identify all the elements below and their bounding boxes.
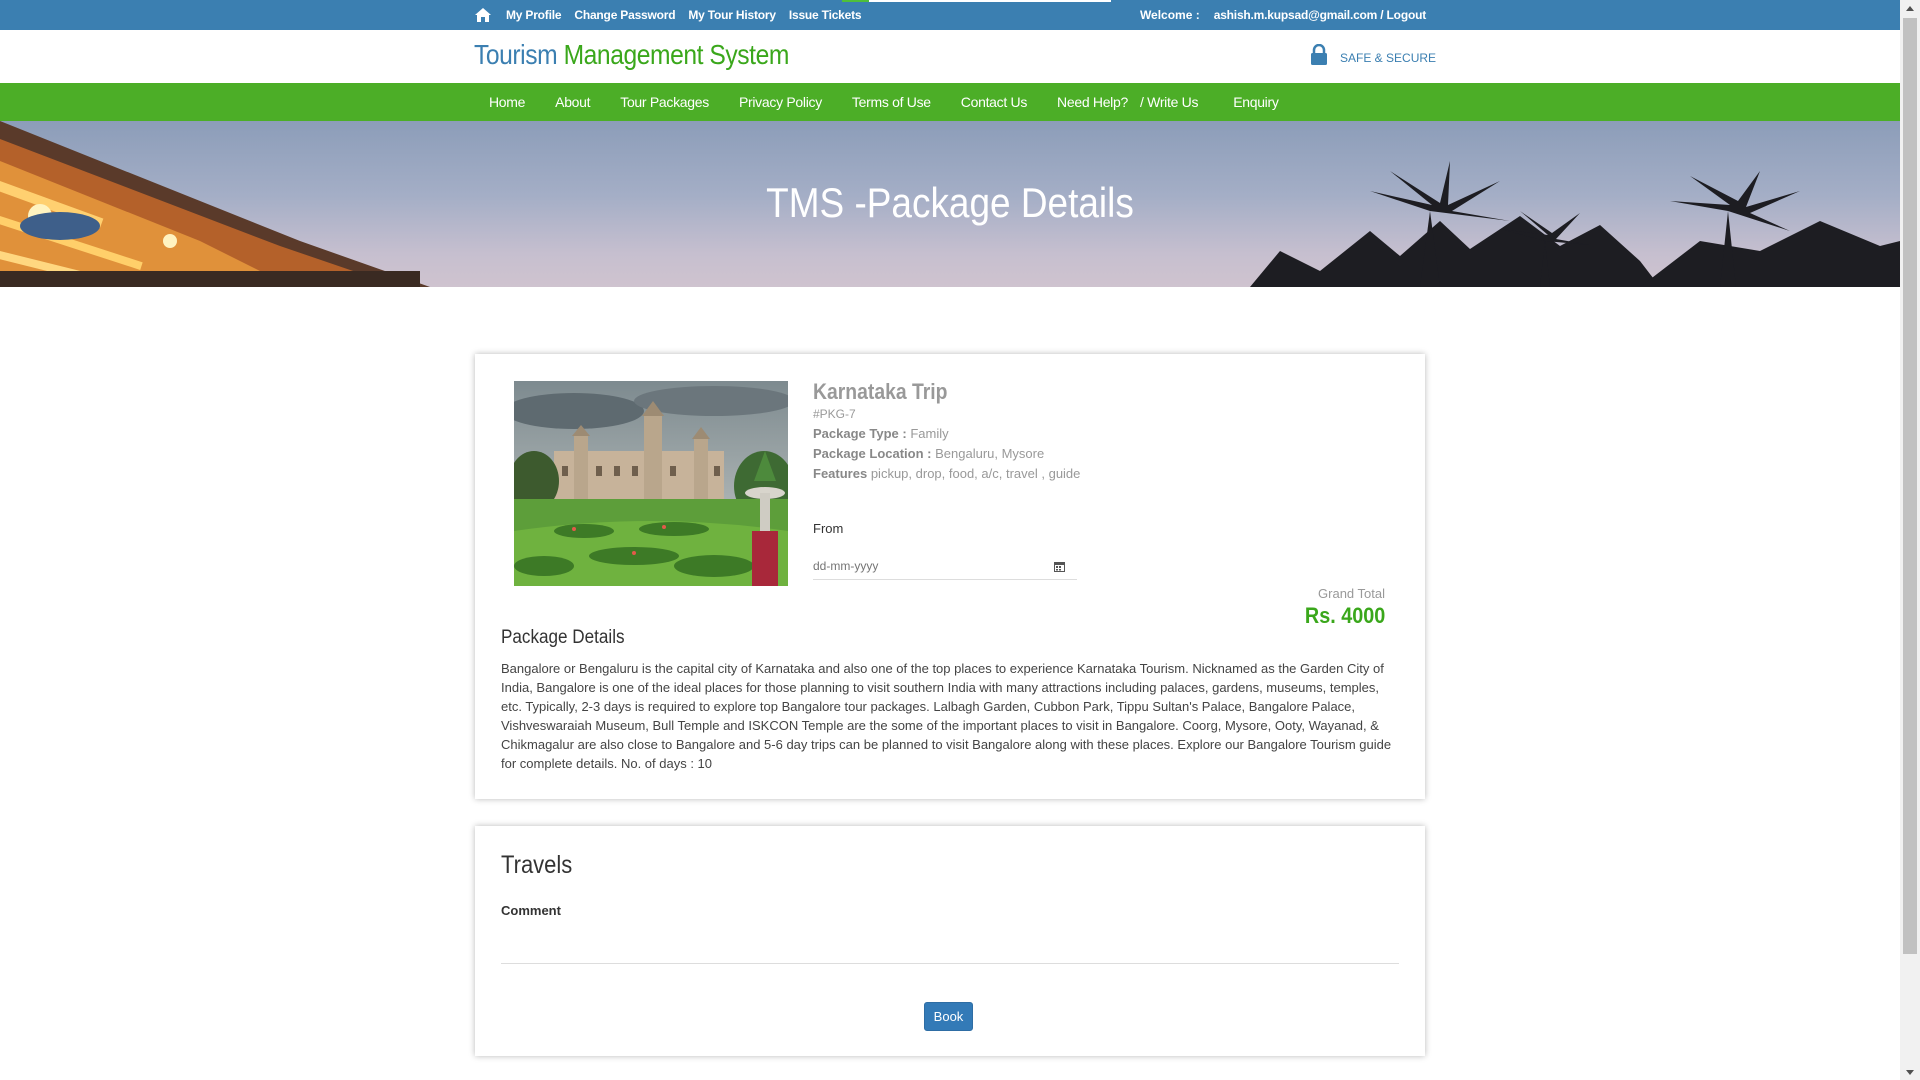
comment-input[interactable] [501,924,1399,964]
page-banner: TMS -Package Details [0,121,1900,287]
scroll-down-arrow-icon[interactable] [1900,1064,1920,1080]
my-tour-history-link[interactable]: My Tour History [688,8,776,22]
package-info: Karnataka Trip #PKG-7 Package Type : Fam… [813,379,1373,481]
my-profile-link[interactable]: My Profile [506,8,562,22]
package-features-label: Features [813,466,868,481]
package-location: Package Location : Bengaluru, Mysore [813,446,1373,461]
package-card: Karnataka Trip #PKG-7 Package Type : Fam… [475,354,1425,799]
scroll-up-arrow-icon[interactable] [1900,0,1920,16]
logo-text-secondary: Management System [563,39,790,70]
nav-contact-us[interactable]: Contact Us [946,94,1042,110]
package-name: Karnataka Trip [813,379,948,404]
user-area: Welcome : ashish.m.kupsad@gmail.com / Lo… [1140,0,1426,30]
book-button[interactable]: Book [924,1002,973,1031]
package-type-value: Family [910,426,949,441]
from-date-label: From [813,521,844,536]
package-features-value: pickup, drop, food, a/c, travel , guide [870,466,1081,481]
nav-need-help[interactable]: Need Help? [1042,94,1134,110]
issue-tickets-link[interactable]: Issue Tickets [789,8,862,22]
package-code: #PKG-7 [813,407,856,421]
package-features: Features pickup, drop, food, a/c, travel… [813,466,1373,481]
lock-icon [1311,44,1327,65]
comment-label: Comment [501,903,561,918]
grand-total: Grand Total Rs. 4000 [1296,586,1385,629]
main-nav: Home About Tour Packages Privacy Policy … [0,83,1900,121]
safe-secure-badge: SAFE & SECURE [1310,44,1436,66]
logo-text-primary: Tourism [474,39,558,70]
package-type-label: Package Type : [813,426,907,441]
nav-privacy-policy[interactable]: Privacy Policy [724,94,837,110]
nav-about[interactable]: About [540,94,605,110]
nav-terms-of-use[interactable]: Terms of Use [837,94,946,110]
site-header: Tourism Management System SAFE & SECURE [0,30,1900,83]
package-location-value: Bengaluru, Mysore [935,446,1045,461]
from-date-input[interactable] [813,554,1043,578]
page-title: TMS -Package Details [766,179,1134,226]
package-details-heading: Package Details [501,627,625,648]
nav-tour-packages[interactable]: Tour Packages [605,94,724,110]
from-date-field[interactable] [813,554,1077,580]
package-location-label: Package Location : [813,446,932,461]
site-logo[interactable]: Tourism Management System [474,39,789,71]
top-bar: My Profile Change Password My Tour Histo… [0,0,1900,30]
nav-home[interactable]: Home [474,94,540,110]
grand-total-value: Rs. 4000 [1304,603,1385,628]
nav-write-us[interactable]: / Write Us [1134,94,1218,110]
user-logout-link[interactable]: ashish.m.kupsad@gmail.com / Logout [1214,8,1426,22]
page-scrollbar[interactable] [1900,0,1920,1080]
package-image [514,381,788,586]
grand-total-label: Grand Total [1318,586,1385,601]
travels-heading: Travels [501,851,573,879]
calendar-icon[interactable] [1054,561,1065,572]
package-type: Package Type : Family [813,426,1373,441]
main-nav-inner: Home About Tour Packages Privacy Policy … [474,83,1294,121]
scrollbar-thumb[interactable] [1903,18,1917,954]
home-icon[interactable] [474,7,492,23]
package-details-text: Bangalore or Bengaluru is the capital ci… [501,661,1392,771]
top-bar-inner: My Profile Change Password My Tour Histo… [474,0,1426,30]
booking-card: Travels Comment Book [475,826,1425,1056]
change-password-link[interactable]: Change Password [574,8,675,22]
safe-secure-label: SAFE & SECURE [1340,51,1437,65]
welcome-label: Welcome : [1139,8,1200,22]
nav-enquiry[interactable]: Enquiry [1218,94,1293,110]
